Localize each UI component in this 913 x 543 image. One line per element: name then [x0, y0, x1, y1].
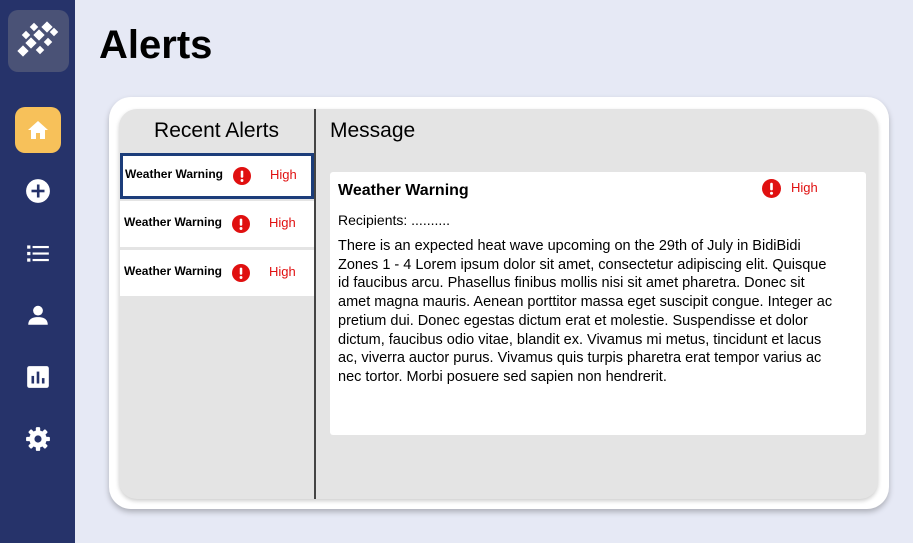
message-recipients: Recipients: .......... — [338, 212, 451, 228]
alert-item-severity: High — [269, 264, 296, 279]
alerts-panel: Recent Alerts Weather Warning High Weath… — [119, 109, 878, 499]
recent-alerts-title: Recent Alerts — [154, 119, 279, 142]
add-circle-icon — [26, 179, 50, 203]
alert-item-name: Weather Warning — [124, 264, 223, 278]
exclamation-icon — [233, 167, 251, 185]
nav-home[interactable] — [15, 107, 61, 153]
exclamation-icon — [762, 179, 781, 198]
message-pane-title: Message — [330, 119, 416, 142]
page-title: Alerts — [99, 23, 213, 67]
satellite-logo-icon — [17, 21, 59, 57]
alert-item-severity: High — [269, 215, 296, 230]
app-logo[interactable] — [8, 10, 69, 72]
alert-item-name: Weather Warning — [124, 215, 223, 229]
alert-list-item[interactable]: Weather Warning High — [120, 153, 314, 199]
exclamation-icon — [232, 215, 250, 233]
pane-divider — [314, 109, 316, 499]
list-icon — [27, 245, 49, 262]
alerts-card: Recent Alerts Weather Warning High Weath… — [109, 97, 889, 509]
message-body: There is an expected heat wave upcoming … — [338, 238, 833, 385]
nav-reports[interactable] — [22, 361, 54, 393]
nav-add[interactable] — [22, 175, 54, 207]
message-detail: Weather Warning High Recipients: .......… — [330, 172, 866, 435]
person-icon — [28, 305, 48, 325]
alert-list-item[interactable]: Weather Warning High — [120, 250, 314, 296]
gear-icon — [26, 427, 50, 451]
alert-item-severity: High — [270, 167, 297, 182]
home-icon — [28, 121, 48, 139]
nav-list[interactable] — [22, 237, 54, 269]
message-alert-title: Weather Warning — [338, 182, 469, 199]
alert-list-item[interactable]: Weather Warning High — [120, 201, 314, 247]
recent-alerts-pane: Recent Alerts Weather Warning High Weath… — [119, 109, 314, 499]
nav-profile[interactable] — [22, 299, 54, 331]
alert-item-name: Weather Warning — [125, 167, 224, 181]
bar-chart-icon — [27, 366, 49, 388]
nav-settings[interactable] — [22, 423, 54, 455]
message-severity: High — [791, 180, 818, 195]
sidebar — [0, 0, 75, 543]
exclamation-icon — [232, 264, 250, 282]
